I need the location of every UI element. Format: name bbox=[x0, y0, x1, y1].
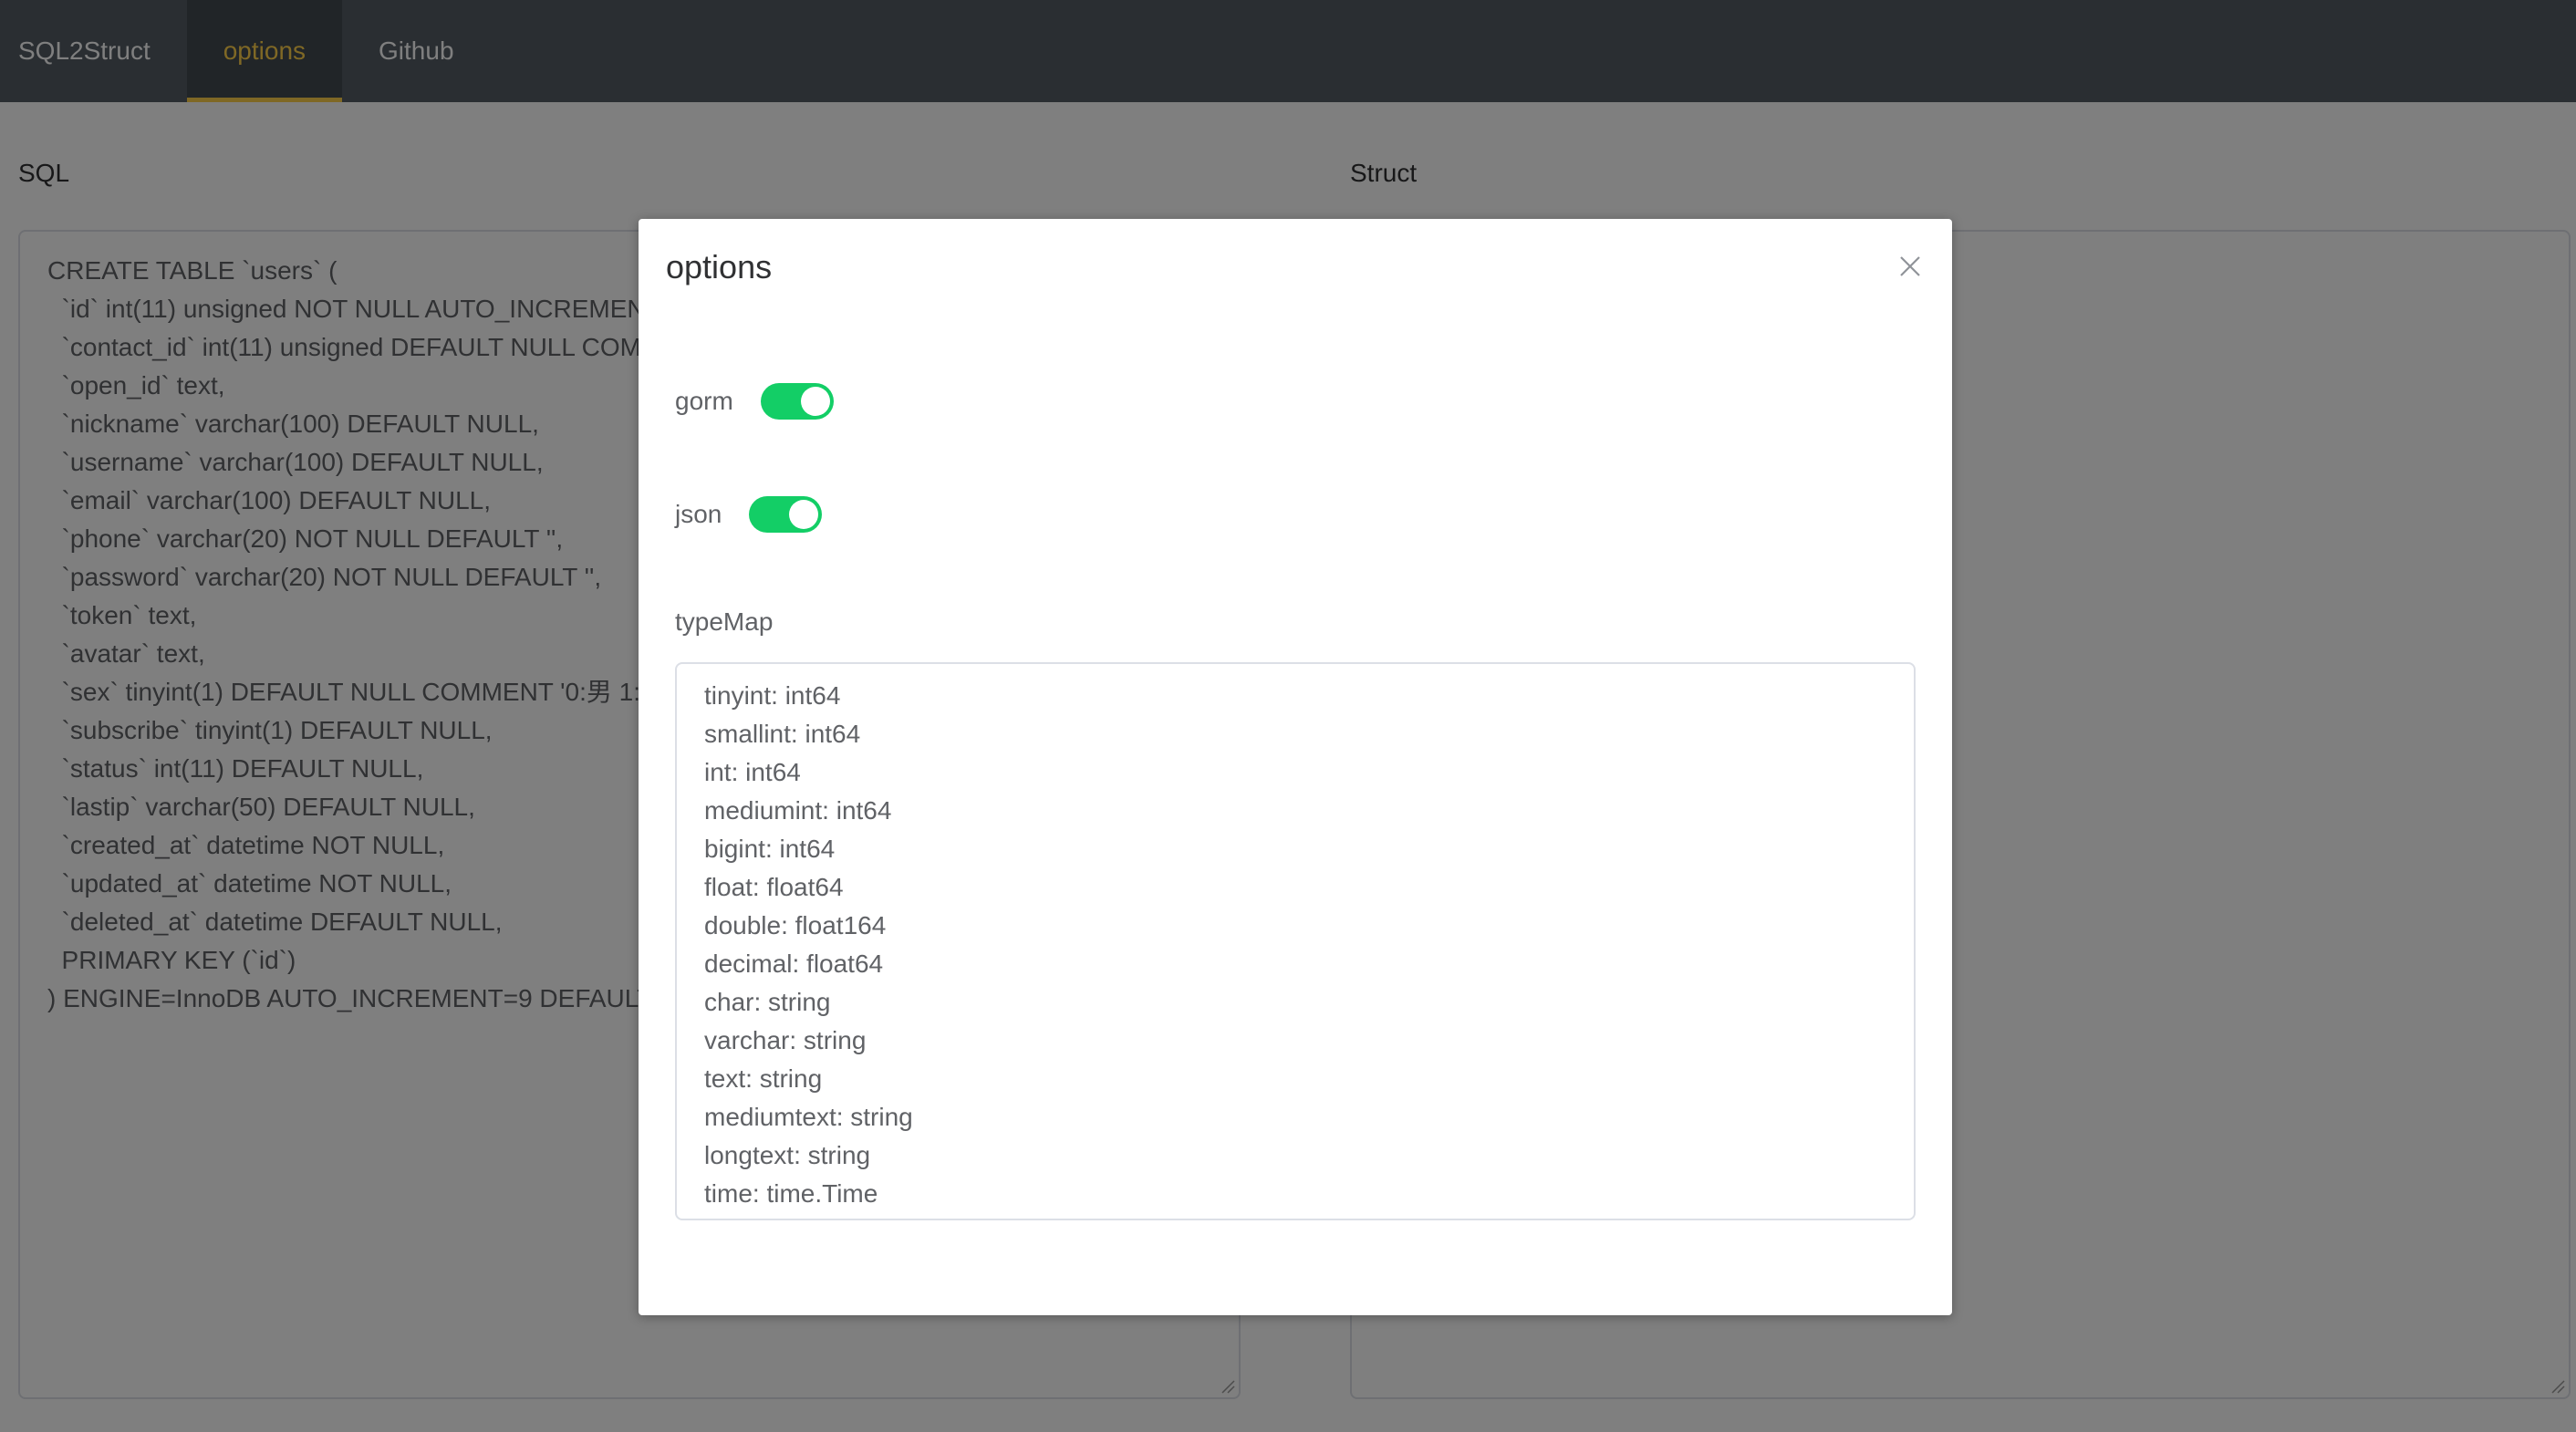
gorm-toggle-knob bbox=[800, 387, 830, 416]
json-option: json bbox=[675, 496, 823, 533]
typemap-line: tinyint: int64 bbox=[704, 681, 841, 710]
typemap-line: decimal: float64 bbox=[704, 949, 884, 978]
gorm-toggle[interactable] bbox=[760, 383, 834, 420]
typemap-line: text: string bbox=[704, 1064, 823, 1093]
typemap-line: time: time.Time bbox=[704, 1179, 878, 1208]
typemap-line: char: string bbox=[704, 988, 831, 1016]
gorm-option: gorm bbox=[675, 383, 834, 420]
json-toggle-knob bbox=[789, 500, 819, 529]
typemap-line: int: int64 bbox=[704, 758, 801, 786]
typemap-line: mediumint: int64 bbox=[704, 796, 892, 825]
typemap-line: smallint: int64 bbox=[704, 720, 861, 748]
typemap-line: bigint: int64 bbox=[704, 835, 836, 863]
close-icon[interactable] bbox=[1896, 252, 1925, 281]
typemap-line: double: float164 bbox=[704, 911, 887, 939]
typemap-line: float: float64 bbox=[704, 873, 844, 901]
typemap-line: mediumtext: string bbox=[704, 1103, 913, 1131]
typemap-textarea[interactable]: tinyint: int64 smallint: int64 int: int64 m… bbox=[675, 662, 1916, 1220]
gorm-label: gorm bbox=[675, 387, 733, 415]
typemap-label: typeMap bbox=[675, 607, 774, 636]
typemap-line: varchar: string bbox=[704, 1026, 867, 1054]
json-toggle[interactable] bbox=[749, 496, 823, 533]
json-label: json bbox=[675, 500, 722, 528]
typemap-line: longtext: string bbox=[704, 1141, 871, 1169]
dialog-title: options bbox=[666, 248, 773, 285]
options-dialog: options gorm json typeMap tinyint: int64… bbox=[639, 219, 1952, 1315]
